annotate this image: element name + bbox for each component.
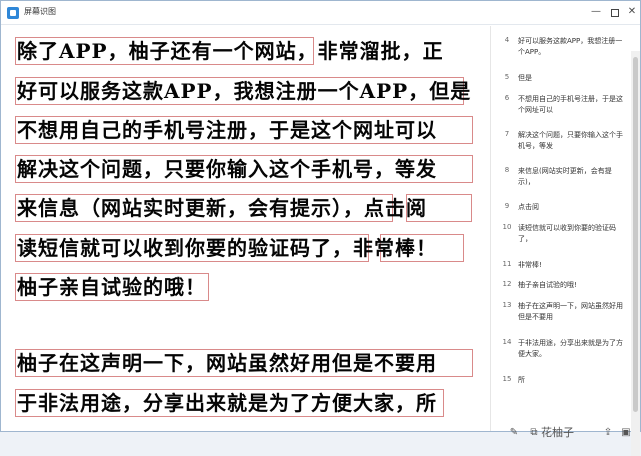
list-text: 读短信就可以收到你要的验证码了， [518, 224, 616, 243]
app-window: 屏幕识图 — ✕ 除了APP，柚子还有一个网站，非常溜批，正 好可以服务这款AP… [0, 0, 641, 456]
list-text: 非常棒! [518, 261, 542, 269]
list-text: 于非法用途，分享出来就是为了方便大家。 [518, 339, 623, 358]
list-number: 9 [504, 202, 510, 210]
list-number: 14 [502, 338, 512, 346]
window-title: 屏幕识图 [24, 7, 56, 16]
list-number: 13 [502, 301, 512, 309]
page-edge [1, 26, 10, 431]
ocr-line: 柚子在这声明一下，网站虽然好用但是不要用 [17, 351, 437, 375]
ocr-line: 于非法用途，分享出来就是为了方便大家，所 [17, 391, 437, 415]
close-button[interactable]: ✕ [625, 5, 639, 19]
list-number: 7 [504, 130, 510, 138]
edit-icon[interactable]: ✎ [508, 427, 520, 439]
ocr-image-pane: 除了APP，柚子还有一个网站，非常溜批，正 好可以服务这款APP，我想注册一个A… [1, 26, 489, 431]
list-text: 解决这个问题，只要你输入这个手机号，等发 [518, 131, 623, 150]
ocr-line: 解决这个问题，只要你输入这个手机号，等发 [17, 157, 437, 181]
share-icon[interactable]: ⇪ [602, 427, 614, 439]
list-number: 5 [504, 73, 510, 81]
ocr-line: 好可以服务这款APP，我想注册一个APP，但是 [17, 79, 472, 103]
list-number: 11 [502, 260, 512, 268]
ocr-line: 读短信就可以收到你要的验证码了，非常棒！ [17, 236, 437, 260]
ocr-line: 不想用自己的手机号注册，于是这个网址可以 [17, 118, 437, 142]
maximize-button[interactable] [607, 5, 621, 19]
main-content: 除了APP，柚子还有一个网站，非常溜批，正 好可以服务这款APP，我想注册一个A… [1, 26, 640, 456]
list-number: 6 [504, 94, 510, 102]
list-number: 4 [504, 36, 510, 44]
list-text: 柚子在这声明一下，网站虽然好用但是不要用 [518, 302, 623, 321]
recognized-text-list[interactable]: 4 好可以服务这款APP，我想注册一个APP。 5 但是 6 不想用自己的手机号注册，… [490, 26, 640, 431]
list-text: 但是 [518, 74, 532, 82]
ocr-line: 柚子亲自试验的哦！ [17, 275, 206, 299]
title-bar: 屏幕识图 — ✕ [1, 1, 640, 25]
list-number: 15 [502, 375, 512, 383]
list-text: 柚子亲自试验的哦! [518, 281, 577, 289]
list-text: 来信息(网站实时更新，会有提示)， [518, 167, 612, 186]
list-text: 点击阅 [518, 203, 539, 211]
list-number: 10 [502, 223, 512, 231]
ocr-line: 来信息（网站实时更新，会有提示），点击阅 [17, 196, 427, 220]
scrollbar-thumb[interactable] [633, 57, 638, 412]
list-number: 12 [502, 280, 512, 288]
save-icon[interactable]: ▣ [620, 427, 632, 439]
app-icon [7, 7, 19, 19]
list-text: 好可以服务这款APP，我想注册一个APP。 [518, 37, 623, 56]
list-text: 所 [518, 376, 525, 384]
copy-icon[interactable]: ⧉ [528, 427, 540, 439]
vertical-scrollbar[interactable] [631, 51, 640, 456]
list-number: 8 [504, 166, 510, 174]
ocr-line: 除了APP，柚子还有一个网站，非常溜批，正 [17, 39, 444, 63]
brand-label: 花柚子 [541, 426, 574, 439]
minimize-button[interactable]: — [589, 5, 603, 19]
list-text: 不想用自己的手机号注册，于是这个网址可以 [518, 95, 623, 114]
